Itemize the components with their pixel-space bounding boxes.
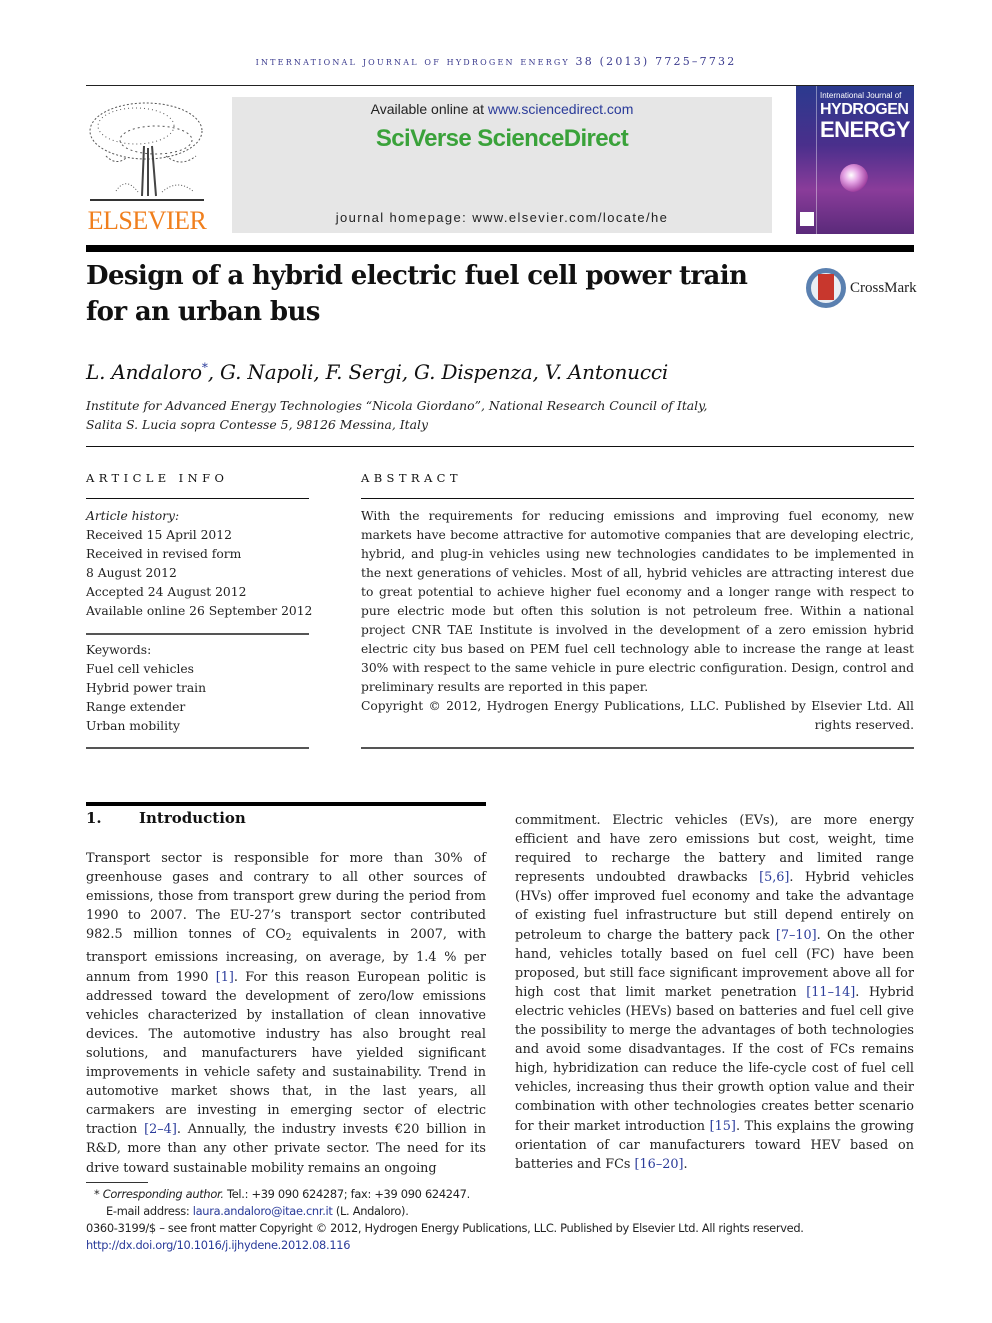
divider: [361, 747, 914, 749]
sciverse-sciencedirect-brand: SciVerse ScienceDirect: [375, 125, 629, 152]
section-rule: [86, 802, 486, 806]
cover-line-1: International Journal of: [820, 91, 902, 100]
affiliation: Institute for Advanced Energy Technologi…: [86, 398, 708, 432]
crossmark-ribbon: [818, 274, 834, 300]
sciencedirect-link[interactable]: www.sciencedirect.com: [488, 101, 634, 117]
crossmark-label: CrossMark: [850, 280, 917, 296]
divider: [361, 498, 914, 499]
keyword-item: Hybrid power train: [86, 681, 207, 695]
keyword-item: Range extender: [86, 700, 186, 714]
divider: [86, 446, 914, 447]
abstract-copyright: Copyright © 2012, Hydrogen Energy Public…: [361, 699, 914, 732]
email-link[interactable]: laura.andaloro@itae.cnr.it: [193, 1204, 333, 1218]
history-item: Accepted 24 August 2012: [86, 585, 247, 599]
article-history: Article history: Received 15 April 2012 …: [86, 507, 316, 621]
authors: L. Andaloro*, G. Napoli, F. Sergi, G. Di…: [86, 360, 668, 384]
citation-link[interactable]: [2–4]: [144, 1122, 177, 1137]
footnote-email: E-mail address: laura.andaloro@itae.cnr.…: [106, 1204, 409, 1218]
citation-link[interactable]: [1]: [216, 970, 234, 985]
history-item: 8 August 2012: [86, 566, 177, 580]
keywords: Keywords: Fuel cell vehicles Hybrid powe…: [86, 641, 316, 736]
citation-link[interactable]: [15]: [710, 1119, 736, 1134]
citation-link[interactable]: [16–20]: [635, 1157, 684, 1172]
citation-link[interactable]: [7–10]: [776, 928, 817, 943]
divider: [86, 633, 309, 635]
abstract-heading: ABSTRACT: [361, 471, 462, 485]
elsevier-tree-icon: [89, 102, 204, 201]
issn-line: 0360-3199/$ – see front matter Copyright…: [86, 1221, 804, 1235]
history-item: Available online 26 September 2012: [86, 604, 313, 618]
cover-line-3: ENERGY: [820, 117, 910, 142]
section-heading-introduction: 1. Introduction: [86, 809, 246, 827]
abstract-text: With the requirements for reducing emiss…: [361, 509, 914, 694]
cover-line-2: HYDROGEN: [820, 101, 909, 118]
history-item: Received 15 April 2012: [86, 528, 232, 542]
article-title: Design of a hybrid electric fuel cell po…: [86, 261, 748, 327]
section-title: Introduction: [139, 809, 246, 827]
footnote-rule: [86, 1182, 148, 1183]
divider: [86, 747, 309, 749]
keywords-label: Keywords:: [86, 643, 152, 657]
elsevier-wordmark: ELSEVIER: [87, 206, 207, 235]
available-online: Available online at www.sciencedirect.co…: [370, 101, 634, 117]
footnotes: * Corresponding author. Tel.: +39 090 62…: [86, 1186, 914, 1254]
divider: [86, 498, 309, 499]
body-column-right: commitment. Electric vehicles (EVs), are…: [515, 813, 915, 1172]
keyword-item: Urban mobility: [86, 719, 180, 733]
top-rule: [86, 85, 914, 86]
citation-link[interactable]: [5,6]: [759, 870, 789, 885]
doi-link[interactable]: http://dx.doi.org/10.1016/j.ijhydene.201…: [86, 1237, 914, 1254]
section-number: 1.: [86, 809, 102, 827]
sciencedirect-banner: Available online at www.sciencedirect.co…: [232, 97, 772, 233]
authors-rest: , G. Napoli, F. Sergi, G. Dispenza, V. A…: [207, 360, 669, 384]
cover-orb-graphic: [840, 164, 868, 192]
elsevier-logo[interactable]: ELSEVIER: [86, 96, 208, 236]
cover-badge: [800, 212, 814, 226]
cover-strip: [816, 86, 817, 234]
history-label: Article history:: [86, 509, 180, 523]
journal-cover[interactable]: International Journal of HYDROGEN ENERGY: [796, 86, 914, 234]
footnote-corresponding: * Corresponding author. Tel.: +39 090 62…: [94, 1187, 470, 1201]
citation-link[interactable]: [11–14]: [806, 985, 855, 1000]
keyword-item: Fuel cell vehicles: [86, 662, 194, 676]
article-info-heading: ARTICLE INFO: [86, 471, 229, 485]
body-column-left: Transport sector is responsible for more…: [86, 851, 487, 1176]
running-head: INTERNATIONAL JOURNAL OF HYDROGEN ENERGY…: [255, 55, 737, 68]
journal-homepage[interactable]: journal homepage: www.elsevier.com/locat…: [232, 210, 772, 225]
crossmark-button[interactable]: CrossMark: [806, 268, 917, 310]
author-corresponding[interactable]: L. Andaloro: [86, 360, 202, 384]
history-item: Received in revised form: [86, 547, 242, 561]
header-thick-rule: [86, 245, 914, 252]
